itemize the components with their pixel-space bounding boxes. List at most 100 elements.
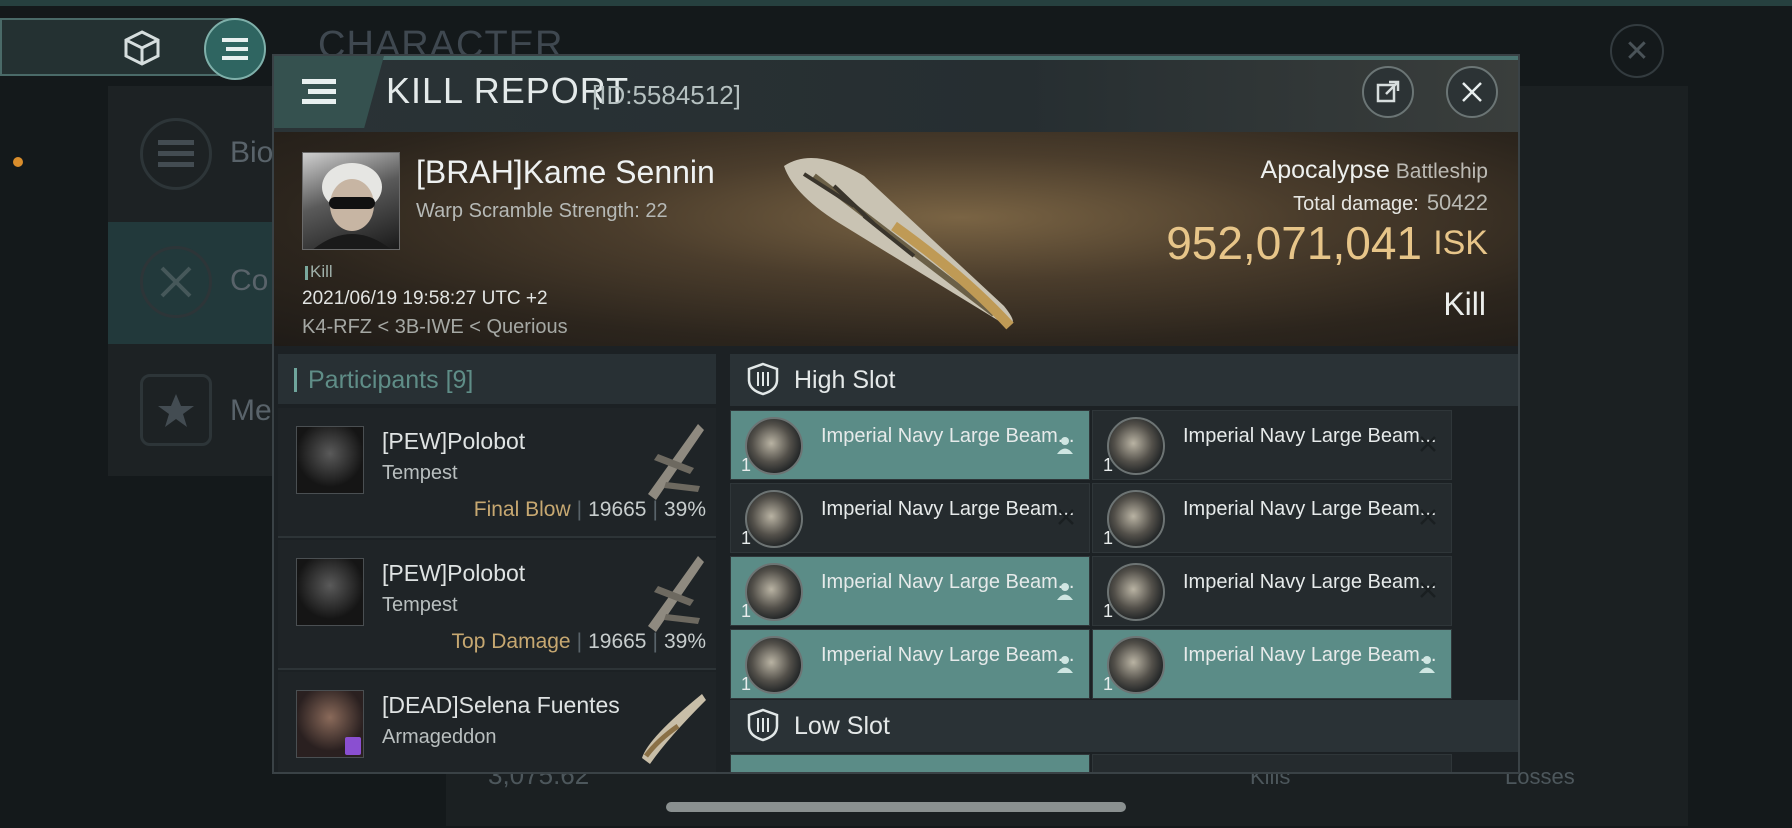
participant-ship: Armageddon bbox=[382, 726, 497, 748]
module-card[interactable]: 1 Imperial Navy Large Beam... bbox=[1092, 410, 1452, 480]
participant-damage: 19665 bbox=[588, 498, 647, 521]
module-name: Imperial Navy Large Beam... bbox=[821, 644, 1075, 666]
module-name: Imperial Navy Large Beam... bbox=[821, 498, 1075, 520]
avatar[interactable] bbox=[296, 558, 364, 626]
divider: | bbox=[576, 498, 583, 521]
module-icon bbox=[1107, 417, 1165, 475]
divider: | bbox=[652, 498, 658, 521]
kill-result: Kill bbox=[1443, 286, 1486, 322]
ship-image bbox=[638, 414, 708, 504]
shield-icon bbox=[747, 362, 779, 396]
kill-location[interactable]: K4-RFZ < 3B-IWE < Querious bbox=[302, 316, 568, 339]
participant-row[interactable]: [PEW]Polobot Tempest Top Damage | 19665 | 39… bbox=[278, 540, 716, 670]
module-icon bbox=[745, 417, 803, 475]
module-name: Imperial Navy Large Beam... bbox=[821, 425, 1075, 447]
module-icon bbox=[1107, 490, 1165, 548]
sidebar-item-label: Co bbox=[230, 264, 269, 297]
crossed-swords-icon bbox=[140, 246, 212, 318]
character-close-icon[interactable]: ✕ bbox=[1610, 24, 1664, 78]
module-card[interactable]: 1 Imperial Navy Large Beam... bbox=[730, 556, 1090, 626]
participant-percent: 39% bbox=[663, 630, 706, 653]
module-card[interactable] bbox=[730, 754, 1090, 772]
divider: | bbox=[652, 630, 658, 653]
module-quantity: 1 bbox=[1103, 528, 1114, 548]
module-name: Imperial Navy Large Beam... bbox=[1183, 644, 1437, 666]
participant-row[interactable]: [PEW]Polobot Tempest Final Blow | 19665 | 39… bbox=[278, 408, 716, 538]
dropped-person-icon bbox=[1055, 581, 1075, 607]
victim-name[interactable]: [BRAH]Kame Sennin bbox=[416, 154, 715, 191]
ship-image bbox=[638, 678, 708, 768]
participant-row[interactable]: [DEAD]Selena Fuentes Armageddon bbox=[278, 672, 716, 772]
module-icon bbox=[745, 563, 803, 621]
sidebar-item-label: Me bbox=[230, 394, 272, 427]
module-card[interactable]: 1 Imperial Navy Large Beam... bbox=[1092, 483, 1452, 553]
isk-unit: ISK bbox=[1433, 224, 1488, 262]
module-name: Imperial Navy Large Beam... bbox=[1183, 571, 1437, 593]
module-card[interactable]: 1 Imperial Navy Large Beam... bbox=[730, 483, 1090, 553]
close-icon bbox=[1462, 82, 1482, 102]
participants-title: Participants [9] bbox=[308, 366, 473, 395]
participant-stats: Top Damage | 19665 | 39% bbox=[452, 630, 706, 654]
kill-datetime: 2021/06/19 19:58:27 UTC +2 bbox=[302, 288, 548, 309]
module-icon bbox=[745, 636, 803, 694]
module-card[interactable]: 1 Imperial Navy Large Beam... bbox=[730, 410, 1090, 480]
ship-image bbox=[774, 146, 1034, 336]
destroyed-x-icon bbox=[1419, 508, 1437, 532]
dropped-person-icon bbox=[1055, 435, 1075, 461]
top-strip bbox=[0, 0, 1792, 6]
ship-class: Battleship bbox=[1395, 160, 1488, 183]
participant-ship: Tempest bbox=[382, 594, 458, 616]
low-slot-header: Low Slot bbox=[730, 700, 1518, 752]
kill-tag: Kill bbox=[310, 262, 333, 281]
module-card[interactable]: 1 Imperial Navy Large Beam... bbox=[1092, 629, 1452, 699]
avatar[interactable] bbox=[296, 690, 364, 758]
participant-role: Final Blow bbox=[473, 498, 571, 521]
participant-percent: 39% bbox=[663, 498, 706, 521]
module-card[interactable]: 1 Imperial Navy Large Beam... bbox=[730, 629, 1090, 699]
avatar[interactable] bbox=[296, 426, 364, 494]
participants-count: [9] bbox=[445, 366, 474, 394]
module-icon bbox=[1107, 636, 1165, 694]
avatar[interactable] bbox=[302, 152, 400, 250]
module-quantity: 1 bbox=[741, 674, 752, 694]
ship-image bbox=[638, 546, 708, 636]
destroyed-x-icon bbox=[1419, 581, 1437, 605]
participant-role: Top Damage bbox=[451, 630, 571, 653]
total-damage-value: 50422 bbox=[1426, 190, 1488, 215]
module-name: Imperial Navy Large Beam... bbox=[1183, 425, 1437, 447]
ship-name-line: Apocalypse Battleship bbox=[1261, 156, 1488, 185]
module-quantity: 1 bbox=[741, 601, 752, 621]
module-quantity: 1 bbox=[1103, 674, 1114, 694]
module-quantity: 1 bbox=[741, 455, 752, 475]
close-button[interactable] bbox=[1446, 66, 1498, 118]
participant-ship: Tempest bbox=[382, 462, 458, 484]
divider: | bbox=[576, 630, 583, 653]
participant-damage: 19665 bbox=[588, 630, 647, 653]
module-name: Imperial Navy Large Beam... bbox=[821, 571, 1075, 593]
isk-value: 952,071,041 bbox=[1166, 217, 1422, 269]
module-quantity: 1 bbox=[741, 528, 752, 548]
dropped-person-icon bbox=[1055, 654, 1075, 680]
main-menu-button[interactable] bbox=[204, 18, 266, 80]
dropped-person-icon bbox=[1417, 654, 1437, 680]
participants-marker bbox=[294, 368, 297, 392]
module-quantity: 1 bbox=[1103, 601, 1114, 621]
participant-name: [PEW]Polobot bbox=[382, 560, 526, 586]
total-damage-line: Total damage: 50422 bbox=[1293, 190, 1488, 216]
destroyed-x-icon bbox=[1419, 435, 1437, 459]
sidebar-item-label: Bio bbox=[230, 136, 274, 169]
high-slot-title: High Slot bbox=[794, 366, 896, 394]
module-card[interactable] bbox=[1092, 754, 1452, 772]
destroyed-x-icon bbox=[1057, 508, 1075, 532]
module-quantity: 1 bbox=[1103, 455, 1114, 475]
module-card[interactable]: 1 Imperial Navy Large Beam... bbox=[1092, 556, 1452, 626]
cube-icon[interactable] bbox=[120, 26, 164, 70]
low-slot-title: Low Slot bbox=[794, 712, 890, 740]
ship-name[interactable]: Apocalypse bbox=[1261, 156, 1390, 184]
share-icon bbox=[1376, 80, 1400, 103]
participants-label: Participants bbox=[308, 366, 439, 394]
share-button[interactable] bbox=[1362, 66, 1414, 118]
module-name: Imperial Navy Large Beam... bbox=[1183, 498, 1437, 520]
high-slot-header: High Slot bbox=[730, 354, 1518, 406]
horizontal-scrollbar[interactable] bbox=[666, 802, 1126, 812]
